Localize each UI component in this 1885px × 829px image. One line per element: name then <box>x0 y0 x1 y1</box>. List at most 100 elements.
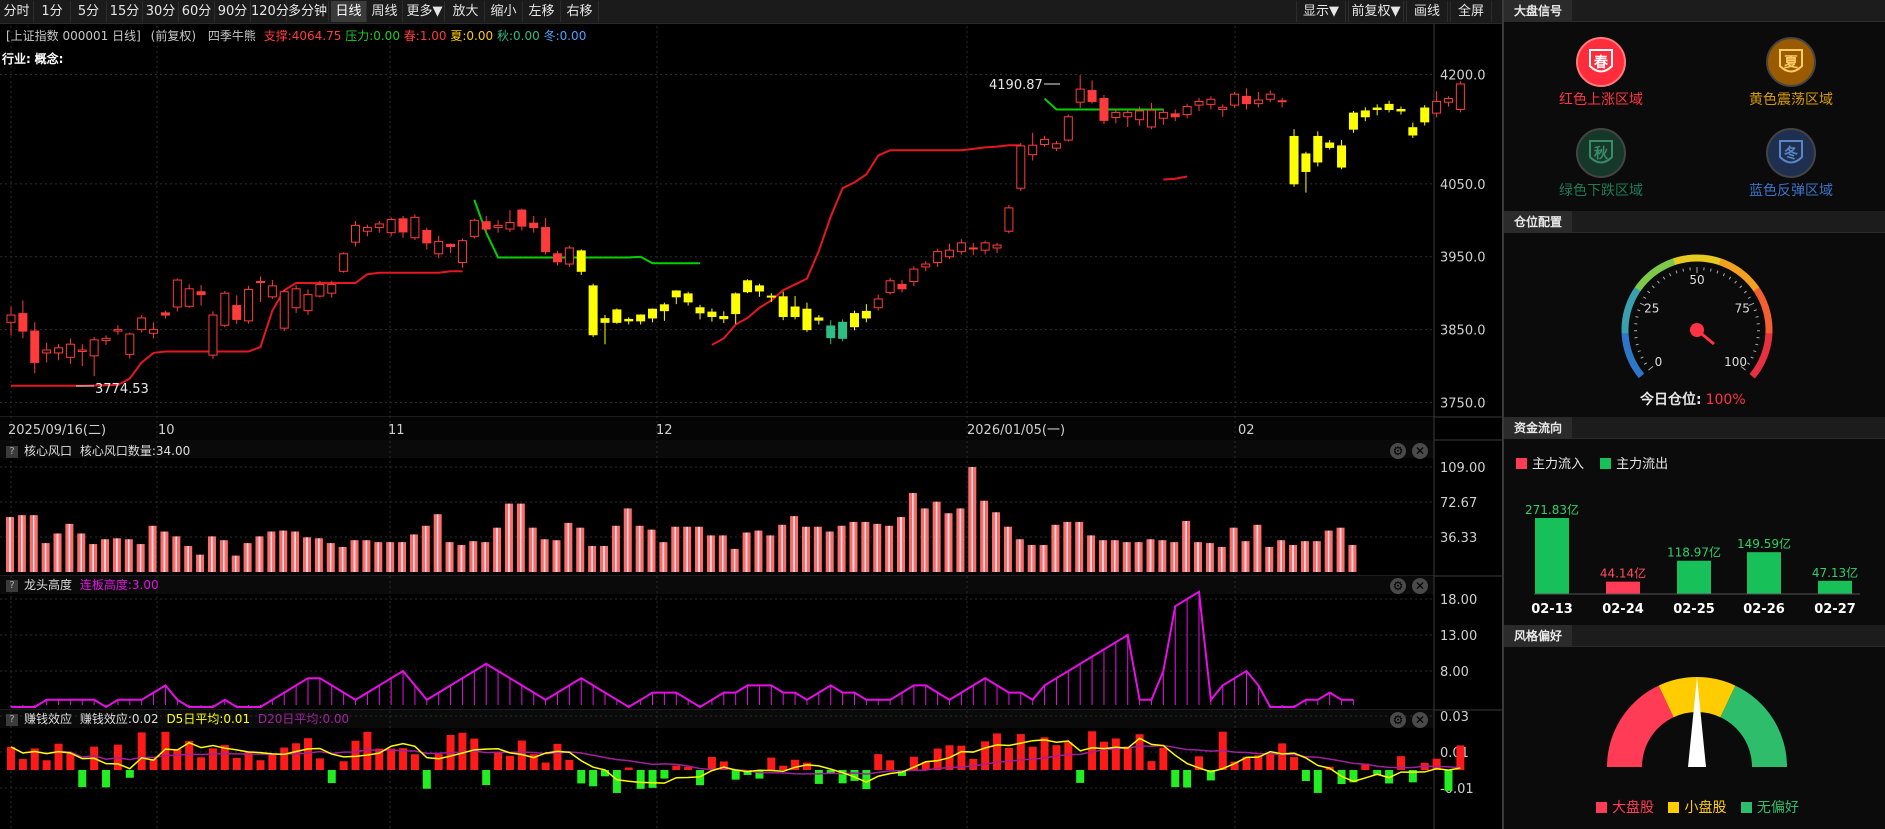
fengkou-bar-right <box>22 515 26 572</box>
fengkou-bar <box>647 529 656 572</box>
zhuanqian-bar <box>66 753 75 770</box>
gauge-tick-label: 0 <box>1655 355 1663 369</box>
fengkou-bar-mid <box>353 540 356 572</box>
period-button-15[interactable]: 右移 <box>561 1 599 22</box>
fengkou-bar <box>1217 546 1226 572</box>
candle-body <box>778 296 788 317</box>
period-button-12[interactable]: 放大 <box>447 1 485 22</box>
period-button-3[interactable]: 15分 <box>107 1 143 22</box>
candle-body <box>1313 135 1323 163</box>
gauge-tick-mark <box>1637 309 1641 312</box>
toolbar-right-button-1[interactable]: 前复权▼ <box>1348 1 1404 22</box>
fengkou-bar-left <box>873 523 877 572</box>
fengkou-bar-right <box>189 545 193 572</box>
indicator-name: 四季牛熊 <box>207 29 256 43</box>
fengkou-bar-right <box>1032 545 1036 572</box>
fengkou-bar-mid <box>1327 530 1330 572</box>
period-button-6[interactable]: 90分 <box>215 1 251 22</box>
period-button-0[interactable]: 分时 <box>0 1 34 22</box>
pane-close-icon[interactable]: ✕ <box>1412 578 1428 594</box>
help-icon[interactable]: ? <box>6 714 18 726</box>
fengkou-bar-left <box>255 536 259 572</box>
candle-body <box>992 244 1002 249</box>
fengkou-bar-mid <box>401 542 404 572</box>
fengkou-bar <box>992 512 1001 572</box>
candle-body <box>196 291 206 296</box>
pane-settings-icon[interactable]: ⚙ <box>1390 712 1406 728</box>
candle-body <box>1087 90 1097 102</box>
candle-body <box>410 216 420 239</box>
fengkou-bar-right <box>319 538 323 572</box>
fengkou-bar-mid <box>555 540 558 572</box>
toolbar-right-button-0[interactable]: 显示▼ <box>1296 1 1346 22</box>
fengkou-bar-mid <box>44 543 47 572</box>
help-icon[interactable]: ? <box>6 580 18 592</box>
fengkou-bar-right <box>1020 539 1024 572</box>
inflow-swatch <box>1516 458 1527 469</box>
toolbar-right-button-2[interactable]: 画线 <box>1406 1 1448 22</box>
fengkou-bar <box>1300 541 1309 572</box>
period-button-8[interactable]: 多分钟 <box>287 1 329 22</box>
fengkou-bar-mid <box>234 555 237 572</box>
period-button-14[interactable]: 左移 <box>523 1 561 22</box>
fengkou-bar-right <box>640 525 644 572</box>
fengkou-bar-left <box>421 525 425 572</box>
fengkou-bar-mid <box>745 532 748 572</box>
period-button-2[interactable]: 5分 <box>71 1 107 22</box>
fengkou-bar-left <box>267 531 271 572</box>
zhuanqian-bar <box>1099 741 1108 770</box>
pane-close-icon[interactable]: ✕ <box>1412 443 1428 459</box>
period-button-9[interactable]: 日线 <box>331 1 367 22</box>
gauge-arc-segment <box>1635 369 1645 379</box>
candle <box>410 214 420 240</box>
zhuanqian-bar <box>232 757 241 770</box>
fengkou-bar-left <box>1146 539 1150 572</box>
period-button-10[interactable]: 周线 <box>367 1 403 22</box>
zhuanqian-d5: D5日平均:0.01 <box>166 712 251 726</box>
fengkou-bar-left <box>778 524 782 572</box>
gauge-tick-mark <box>1669 273 1672 277</box>
fengkou-bar <box>1075 521 1084 572</box>
fengkou-bar-mid <box>603 545 605 572</box>
fengkou-bar-mid <box>210 536 213 572</box>
period-button-5[interactable]: 60分 <box>179 1 215 22</box>
fengkou-bar-right <box>58 533 62 572</box>
fengkou-bar-mid <box>139 544 142 572</box>
fengkou-bar <box>481 542 490 572</box>
fengkou-bar <box>849 521 858 572</box>
period-button-7[interactable]: 120分 <box>251 1 289 22</box>
gauge-arc-segment <box>1673 256 1680 266</box>
fengkou-bar-mid <box>1030 545 1033 572</box>
fengkou-bar <box>53 533 62 572</box>
fengkou-bar <box>540 539 549 572</box>
fengkou-bar-right <box>82 533 86 572</box>
period-button-1[interactable]: 1分 <box>34 1 71 22</box>
pane-settings-icon[interactable]: ⚙ <box>1390 578 1406 594</box>
flow-bar <box>1747 552 1781 594</box>
fengkou-bar-mid <box>20 515 23 572</box>
pane-close-icon[interactable]: ✕ <box>1412 712 1428 728</box>
longtou-tick-label: 18.00 <box>1440 593 1477 608</box>
gauge-arc-segment <box>1764 337 1773 344</box>
fengkou-bar <box>409 534 418 572</box>
toolbar-right-button-3[interactable]: 全屏 <box>1450 1 1492 22</box>
gauge-arc-segment <box>1738 269 1747 279</box>
period-button-4[interactable]: 30分 <box>143 1 179 22</box>
candle <box>137 315 147 333</box>
candle-body <box>1206 98 1216 105</box>
gauge-tick-mark <box>1675 270 1678 274</box>
fengkou-tick-label: 109.00 <box>1440 461 1486 476</box>
pane-settings-icon[interactable]: ⚙ <box>1390 443 1406 459</box>
fengkou-bar-right <box>224 540 228 572</box>
pane-title-band <box>0 440 1434 458</box>
signal-badge-1: 夏 <box>1766 37 1816 87</box>
fengkou-bar-mid <box>1137 542 1140 572</box>
kline-chart-area[interactable]: 4200.0 4050.0 3950.0 3850.0 3750.0 2025/09/16… <box>0 24 1502 829</box>
help-icon[interactable]: ? <box>6 446 18 458</box>
period-button-11[interactable]: 更多▼ <box>405 1 445 22</box>
period-button-13[interactable]: 缩小 <box>485 1 523 22</box>
fengkou-bar-mid <box>115 538 118 572</box>
candle-body <box>1253 99 1263 105</box>
fengkou-bar <box>124 539 133 572</box>
flow-bar-date: 02-25 <box>1673 602 1715 617</box>
